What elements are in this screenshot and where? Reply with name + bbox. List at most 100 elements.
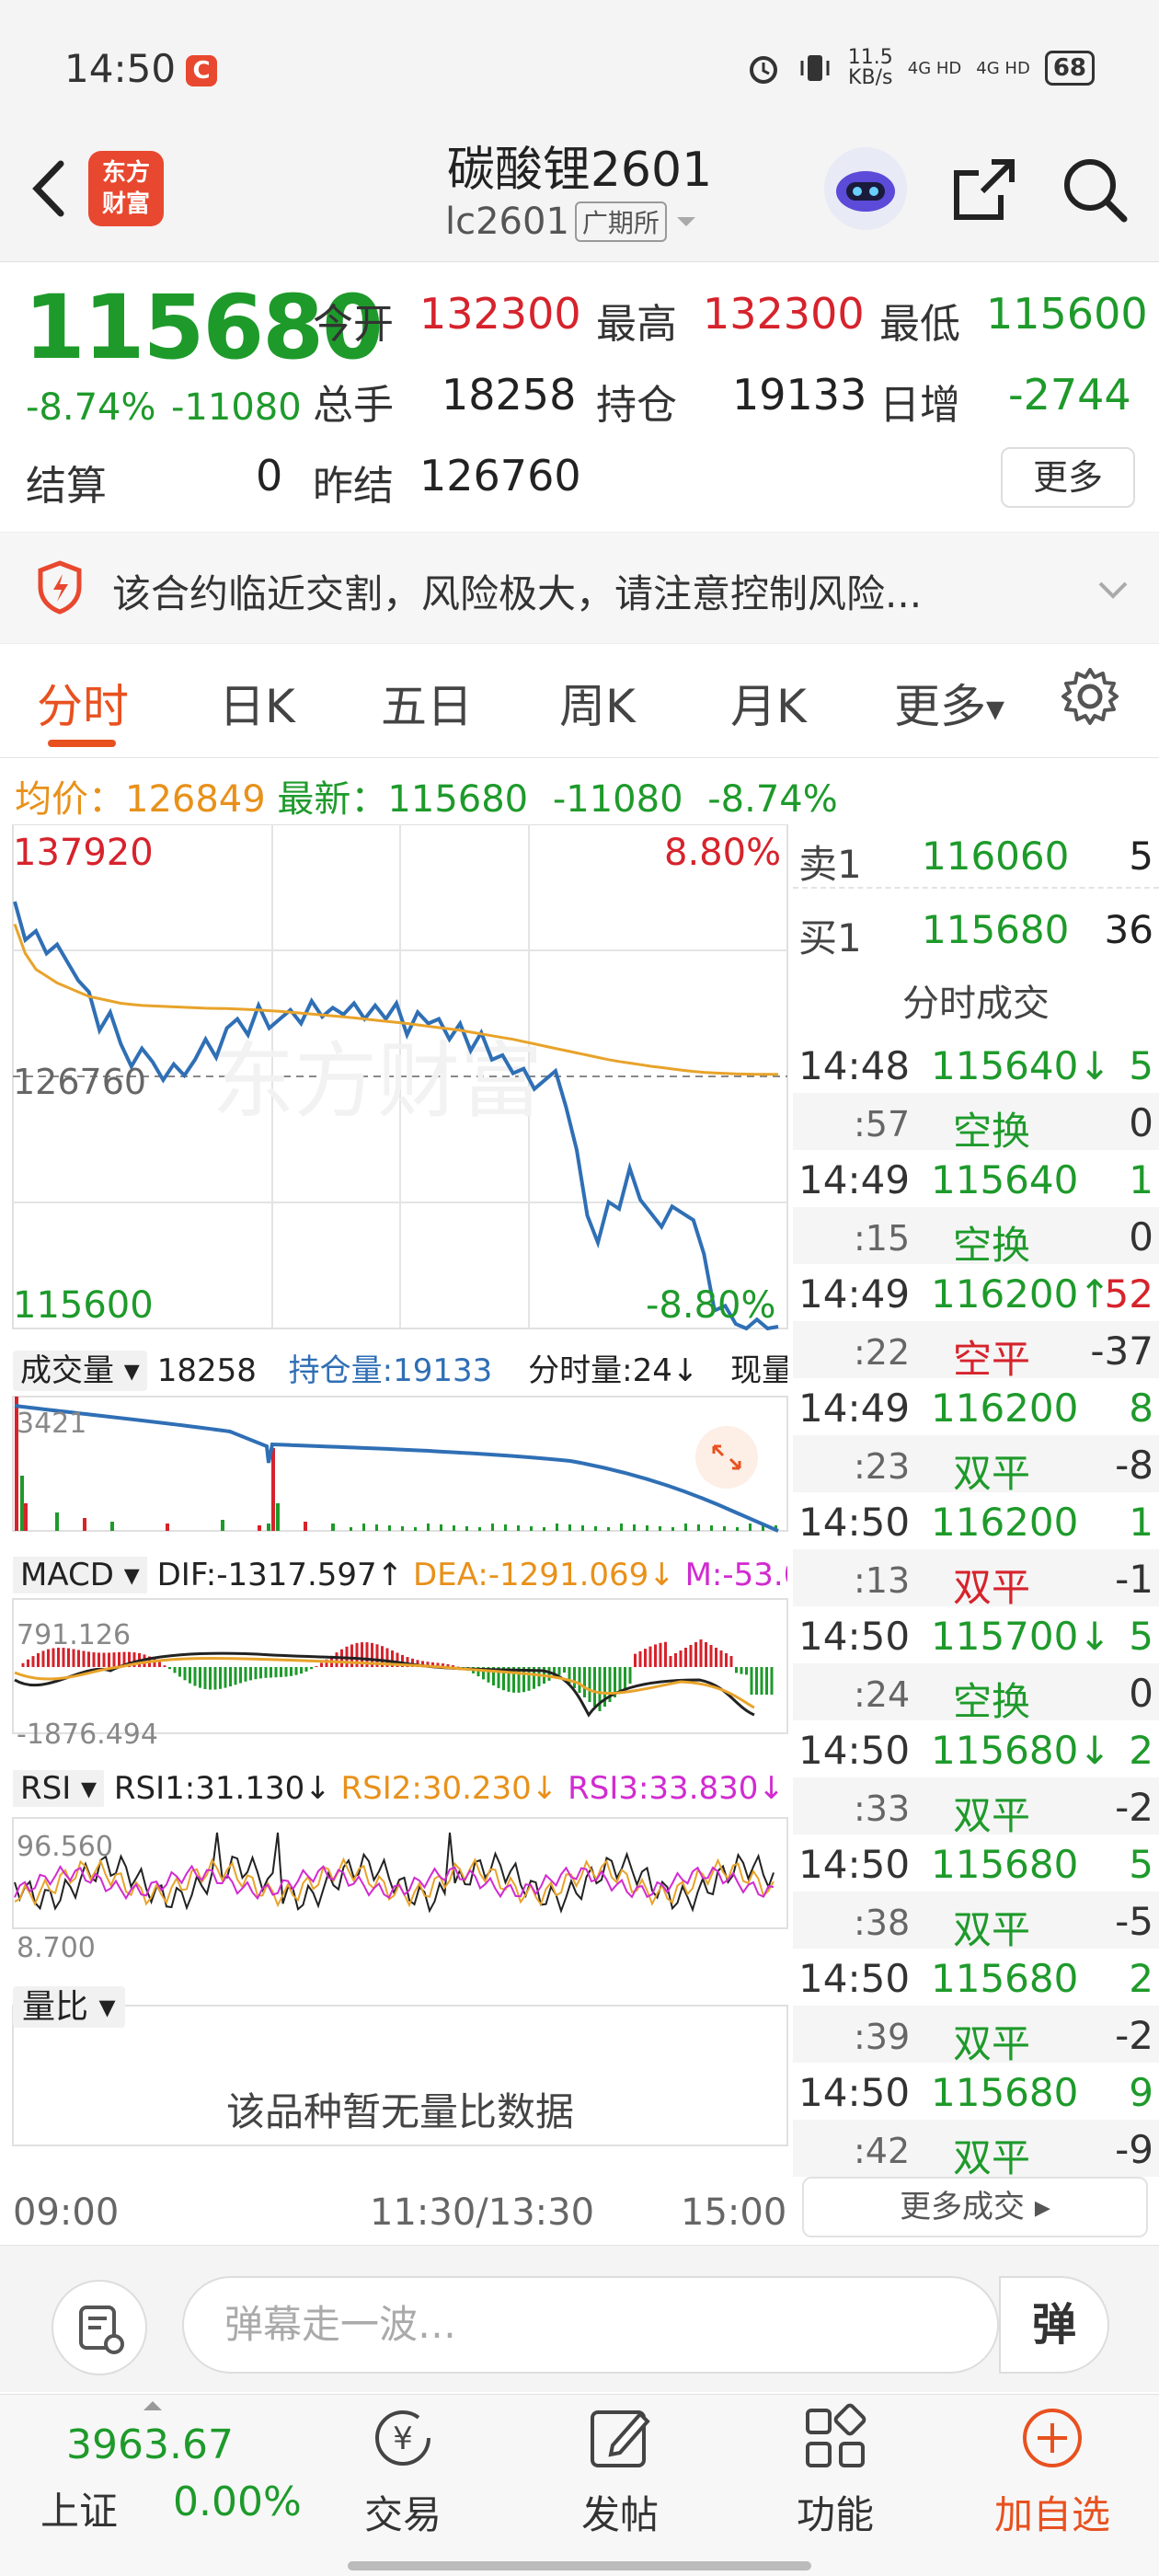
macd-bar [735,1667,738,1673]
danmu-button[interactable]: 弹 [999,2276,1109,2374]
time-start: 09:00 [13,2191,120,2234]
nav-post[interactable]: 发帖 [546,2403,694,2540]
volume-ratio-select[interactable]: 量比 ▾ [13,1980,125,2028]
rsi-indicator-row: RSI ▾ RSI1:31.130↓ RSI2:30.230↓ RSI3:33.… [13,1770,787,1807]
grid-icon [806,2403,866,2467]
robot-assistant-icon[interactable] [824,147,907,230]
chevron-down-icon[interactable] [1095,570,1131,607]
volume-bar [271,1448,275,1531]
macd-bar [740,1667,743,1674]
contract-code[interactable]: lc2601 广期所 [445,201,700,243]
chart-top-price: 137920 [13,832,154,874]
nav-trade[interactable]: ¥ 交易 [329,2403,476,2540]
change-percent: -8.74% [26,386,156,429]
gear-icon[interactable] [1060,666,1120,727]
macd-bar [669,1656,672,1667]
macd-bar [41,1650,45,1668]
tab-monthly-k[interactable]: 月K [730,670,807,736]
macd-bar [320,1662,323,1667]
volume-bars [15,1397,777,1531]
macd-bar [21,1662,25,1667]
prev-settle-label: 昨结 [313,463,394,510]
volume-bar [401,1526,404,1531]
tick-row: 14:50 115700↓ 5 [798,1614,1153,1659]
macd-bar [573,1667,576,1688]
expand-up-icon[interactable] [142,2399,164,2412]
svg-text:¥: ¥ [393,2421,413,2457]
volume-bar [543,1527,545,1531]
nav-functions[interactable]: 功能 [762,2403,909,2540]
macd-bar [183,1667,187,1681]
settle-value: 0 [256,451,283,500]
latest-price: 115680 [387,778,529,821]
more-quote-button[interactable]: 更多 [1001,447,1135,508]
tab-more[interactable]: 更多▼ [894,670,1004,736]
macd-bar [583,1667,586,1697]
more-trades-button[interactable]: 更多成交 ▸ [802,2177,1148,2237]
tick-detail-row: :57 空换 0 [793,1093,1159,1154]
volume-bar [581,1525,584,1531]
macd-bar [193,1667,197,1686]
active-tab-indicator [48,740,116,747]
status-bar: 14:50 C 11.5 KB/s 4G HD 4G HD 68 [0,0,1159,138]
tick-detail-row: :22 空平 -37 [793,1321,1159,1382]
macd-bar [315,1666,318,1668]
volume-bar [736,1527,739,1531]
note-icon[interactable] [52,2280,147,2375]
tab-intraday[interactable]: 分时 [37,670,129,736]
volume-bar [362,1524,365,1531]
volume-bar [568,1524,571,1531]
rsi-select[interactable]: RSI ▾ [13,1770,105,1807]
volume-bar [375,1524,378,1531]
search-icon[interactable] [1060,155,1130,224]
volume-bar [723,1526,726,1531]
macd-bar [102,1652,106,1668]
tab-five-day[interactable]: 五日 [381,670,473,736]
tick-row: 14:49 115640 1 [798,1157,1153,1202]
macd-bar [219,1667,222,1689]
time-end: 15:00 [681,2191,787,2234]
expand-button[interactable] [695,1426,758,1489]
chart-top-percent: 8.80% [664,832,782,874]
macd-bar [624,1667,626,1688]
macd-bar [684,1648,687,1667]
share-icon[interactable] [949,155,1019,224]
volume-bar [414,1527,417,1531]
macd-bar [284,1667,288,1677]
danmu-input[interactable]: 弹幕走一波… [182,2276,999,2374]
macd-bottom: -1876.494 [17,1719,158,1751]
volume-bar [517,1525,520,1531]
status-time: 14:50 [64,46,177,91]
tick-detail-row: :15 空换 0 [793,1207,1159,1268]
oi-change-label: 日增 [879,382,960,429]
tick-detail-row: :24 空换 0 [793,1663,1159,1724]
macd-bar [699,1639,703,1667]
macd-indicator-row: MACD ▾ DIF:-1317.597↑ DEA:-1291.069↓ M:-… [13,1557,787,1593]
macd-bar [765,1667,768,1695]
volume-select[interactable]: 成交量 ▾ [13,1351,147,1391]
tab-weekly-k[interactable]: 周K [559,670,636,736]
tab-daily-k[interactable]: 日K [219,670,295,736]
tick-row: 14:50 115680↓ 2 [798,1728,1153,1773]
volume-bar [453,1525,455,1531]
macd-bar [168,1667,171,1670]
macd-bar [659,1642,662,1667]
macd-bar [77,1650,80,1667]
rsi-bottom: 8.700 [17,1932,96,1964]
avg-price: 126849 [125,778,266,821]
macd-select[interactable]: MACD ▾ [13,1557,147,1593]
open-interest-line [14,1404,779,1533]
macd-bar [249,1667,252,1681]
macd-bar [679,1650,683,1667]
nav-add-watchlist[interactable]: 加自选 [979,2403,1126,2540]
settle-label: 结算 [26,463,107,510]
macd-bar [224,1667,227,1688]
volume-bar [350,1527,352,1531]
index-value[interactable]: 3963.67 [66,2421,234,2468]
home-indicator [348,2561,811,2570]
index-name: 上证 [40,2489,119,2534]
macd-bar [199,1667,201,1688]
macd-bar [588,1667,591,1702]
volume-bar [504,1524,507,1531]
macd-bar [234,1667,237,1685]
